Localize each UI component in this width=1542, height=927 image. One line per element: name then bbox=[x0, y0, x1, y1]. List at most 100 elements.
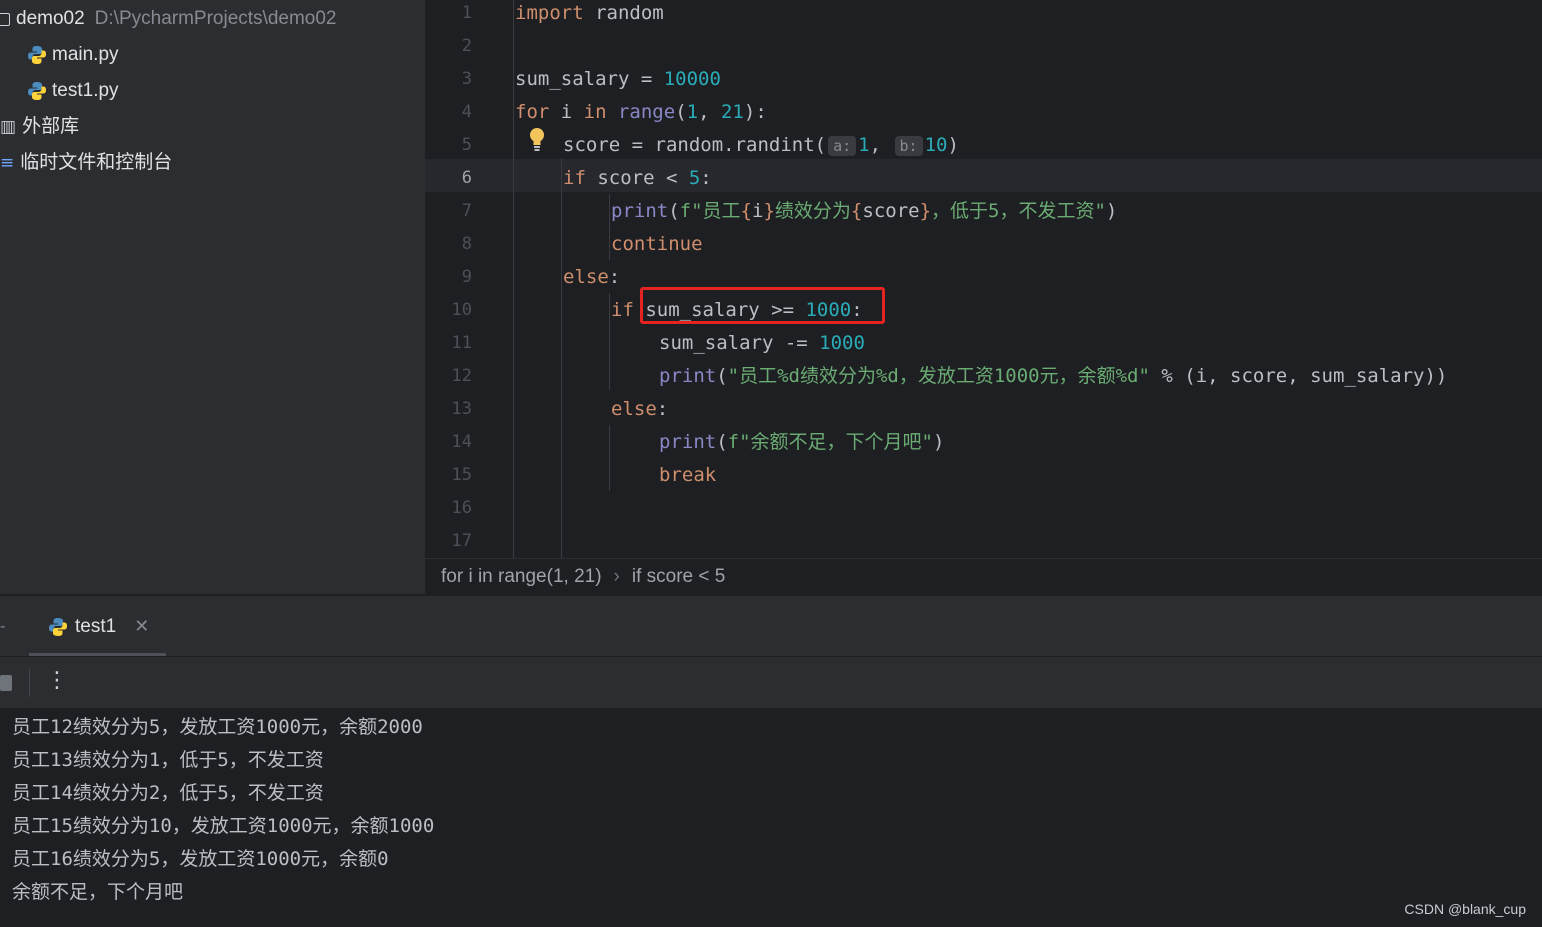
line-number: 11 bbox=[451, 333, 472, 353]
line-number: 10 bbox=[451, 300, 472, 320]
keyword: continue bbox=[611, 233, 703, 255]
console-output[interactable]: 员工12绩效分为5，发放工资1000元，余额2000 员工13绩效分为1，低于5… bbox=[0, 708, 1542, 927]
code-line-1: import random bbox=[515, 0, 664, 33]
line-number-gutter: 1 2 3 4 5 6 7 8 9 10 11 12 13 14 15 16 1… bbox=[425, 0, 510, 558]
code-text: i bbox=[752, 200, 764, 222]
tree-item-label: 临时文件和控制台 bbox=[20, 152, 173, 173]
console-line: 员工14绩效分为2，低于5，不发工资 bbox=[12, 782, 324, 804]
code-line-4: for i in range(1, 21): bbox=[515, 99, 767, 132]
console-line: 员工12绩效分为5，发放工资1000元，余额2000 bbox=[12, 716, 423, 738]
code-line-13: else: bbox=[611, 396, 668, 429]
code-text: : bbox=[656, 398, 669, 420]
code-text: , bbox=[869, 134, 882, 156]
line-number: 1 bbox=[461, 3, 472, 23]
number-literal: 5 bbox=[688, 167, 701, 189]
code-line-3: sum_salary = 10000 bbox=[515, 66, 721, 99]
code-line-12: print("员工%d绩效分为%d，发放工资1000元，余额%d" % (i, … bbox=[659, 363, 1447, 396]
breadcrumb-item[interactable]: if score < 5 bbox=[632, 566, 725, 587]
code-line-15: break bbox=[659, 462, 716, 495]
red-annotation-box bbox=[640, 287, 885, 324]
tree-item-main-py[interactable]: main.py bbox=[26, 37, 119, 73]
keyword: break bbox=[659, 464, 717, 486]
code-text: ): bbox=[743, 101, 767, 123]
code-text: sum_salary -= bbox=[659, 332, 820, 354]
line-number: 9 bbox=[461, 267, 472, 287]
tree-item-test1-py[interactable]: test1.py bbox=[26, 73, 119, 109]
keyword: else bbox=[611, 398, 657, 420]
builtin: print bbox=[611, 200, 669, 222]
string-literal: f"员工 bbox=[679, 200, 741, 222]
python-file-icon bbox=[49, 617, 67, 636]
code-text: % (i, score, sum_salary)) bbox=[1149, 365, 1448, 387]
breadcrumb-item[interactable]: for i in range(1, 21) bbox=[441, 566, 602, 587]
line-number: 7 bbox=[461, 201, 472, 221]
number-literal: 1 bbox=[686, 101, 699, 123]
code-editor[interactable]: 1 2 3 4 5 6 7 8 9 10 11 12 13 14 15 16 1… bbox=[425, 0, 1542, 558]
code-line-14: print(f"余额不足，下个月吧") bbox=[659, 429, 944, 462]
fstring-brace: } bbox=[763, 200, 775, 222]
more-options-icon[interactable]: ⋮ bbox=[46, 667, 68, 695]
line-number: 15 bbox=[451, 465, 472, 485]
code-line-9: else: bbox=[563, 264, 620, 297]
project-root-path: D:\PycharmProjects\demo02 bbox=[94, 8, 337, 29]
code-text: ) bbox=[932, 431, 945, 453]
builtin: print bbox=[659, 431, 717, 453]
string-literal: f"余额不足，下个月吧" bbox=[727, 431, 933, 453]
run-tab-test1[interactable]: test1 ✕ bbox=[29, 596, 166, 657]
console-line: 余额不足，下个月吧 bbox=[12, 881, 184, 903]
tree-item-label: 外部库 bbox=[22, 116, 80, 137]
lightbulb-icon[interactable] bbox=[528, 126, 546, 152]
keyword: if bbox=[611, 299, 634, 321]
tree-root-row[interactable]: demo02 D:\PycharmProjects\demo02 bbox=[0, 1, 337, 37]
tree-item-label: main.py bbox=[52, 44, 119, 65]
code-line-7: print(f"员工{i}绩效分为{score}，低于5，不发工资") bbox=[611, 198, 1117, 231]
run-tab-label: test1 bbox=[75, 615, 117, 637]
keyword: else bbox=[563, 266, 609, 288]
parameter-hint: b: bbox=[894, 136, 923, 156]
stop-icon[interactable] bbox=[0, 675, 12, 691]
toolbar-divider bbox=[29, 669, 30, 697]
folder-icon bbox=[0, 12, 10, 26]
code-text: score = random.randint( bbox=[563, 134, 827, 156]
keyword: for bbox=[515, 101, 550, 123]
code-text: sum_salary bbox=[515, 68, 630, 90]
line-number: 2 bbox=[461, 36, 472, 56]
line-number: 17 bbox=[451, 531, 472, 551]
scratches-icon: ≡ bbox=[0, 153, 15, 173]
project-root-name: demo02 bbox=[16, 8, 85, 29]
number-literal: 10000 bbox=[663, 68, 721, 90]
tree-item-label: test1.py bbox=[52, 80, 119, 101]
code-text: ( bbox=[716, 431, 728, 453]
indent-guide bbox=[561, 158, 562, 558]
number-literal: 10 bbox=[924, 134, 948, 156]
fstring-brace: } bbox=[919, 200, 932, 222]
code-text: : bbox=[700, 167, 712, 189]
line-number-active: 6 bbox=[461, 168, 472, 188]
code-text: ( bbox=[716, 365, 728, 387]
string-literal: "员工%d绩效分为%d，发放工资1000元，余额%d" bbox=[727, 365, 1150, 387]
console-line: 员工16绩效分为5，发放工资1000元，余额0 bbox=[12, 848, 389, 870]
keyword: import bbox=[515, 2, 584, 24]
console-line: 员工15绩效分为10，发放工资1000元，余额1000 bbox=[12, 815, 435, 837]
close-icon[interactable]: ✕ bbox=[134, 616, 149, 637]
number-literal: 1000 bbox=[819, 332, 865, 354]
code-line-6: if score < 5: bbox=[563, 165, 712, 198]
keyword: if bbox=[563, 167, 586, 189]
code-text: ( bbox=[668, 200, 680, 222]
run-panel-header: - test1 ✕ bbox=[0, 595, 1542, 657]
line-number: 5 bbox=[461, 135, 472, 155]
tree-item-external-libraries[interactable]: ▥ 外部库 bbox=[0, 109, 79, 145]
run-toolbar: ⋮ bbox=[0, 656, 1542, 708]
breadcrumb: for i in range(1, 21) › if score < 5 bbox=[425, 558, 1542, 595]
project-tree: demo02 D:\PycharmProjects\demo02 main.py… bbox=[0, 0, 425, 594]
code-text: score < bbox=[585, 167, 689, 189]
fstring-brace: { bbox=[740, 200, 752, 222]
library-icon: ▥ bbox=[0, 117, 17, 137]
panel-edge-icon: - bbox=[0, 618, 6, 635]
number-literal: 21 bbox=[720, 101, 744, 123]
code-text: , bbox=[698, 101, 721, 123]
code-text: random bbox=[583, 2, 664, 24]
code-text: : bbox=[608, 266, 621, 288]
tree-item-scratches[interactable]: ≡ 临时文件和控制台 bbox=[0, 145, 172, 181]
string-literal: 绩效分为 bbox=[774, 200, 851, 222]
